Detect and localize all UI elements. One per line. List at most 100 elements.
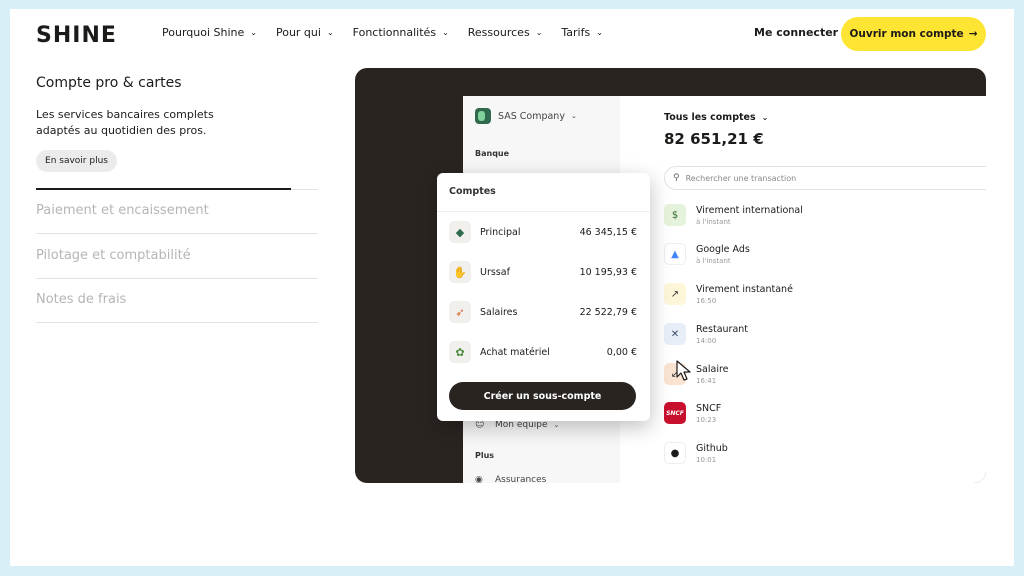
nav-item-label: Pour qui [275,26,321,39]
nav-item-label: Fonctionnalités [352,26,437,39]
google-ads-icon: ▲ [664,243,686,265]
plant-icon: ✿ [449,341,471,363]
search-icon: ⚲ [673,173,680,183]
transaction-row[interactable]: ● Github 10:01 [664,442,728,464]
popover-title: Comptes [449,186,496,197]
team-icon: ☺ [475,420,485,430]
main-nav: Pourquoi Shine ⌄ Pour qui ⌄ Fonctionnali… [162,26,622,39]
dollar-icon: $ [664,204,686,226]
nav-item-label: Pourquoi Shine [162,26,245,39]
chevron-down-icon: ⌄ [442,28,449,37]
transaction-row[interactable]: SNCF SNCF 10:23 [664,402,721,424]
sncf-icon: SNCF [664,402,686,424]
transaction-row[interactable]: $ Virement international à l'instant [664,204,803,226]
transaction-text: Salaire 16:41 [696,364,729,385]
transaction-search[interactable]: ⚲ [664,166,986,190]
chevron-down-icon: ⌄ [326,28,334,37]
transaction-name: SNCF [696,402,722,414]
login-link[interactable]: Me connecter [754,26,838,39]
account-name: Urssaf [480,266,510,278]
transaction-row[interactable]: ↗ Virement instantané 16:50 [664,283,793,305]
app-main-panel: Tous les comptes ⌄ 82 651,21 € ⚲ $ Vireme… [620,96,986,483]
page: SHINE Pourquoi Shine ⌄ Pour qui ⌄ Foncti… [10,9,1014,566]
chevron-down-icon: ⌄ [553,421,560,429]
account-row[interactable]: ✋ Urssaf 10 195,93 € [449,261,637,283]
open-account-label: Ouvrir mon compte [849,28,964,40]
company-name: SAS Company [498,110,565,122]
account-amount: 22 522,79 € [579,306,637,318]
nav-item-ressources[interactable]: Ressources ⌄ [468,26,543,39]
transaction-time: à l'instant [696,217,731,226]
transaction-name: Restaurant [696,323,749,335]
account-amount: 46 345,15 € [579,226,637,238]
chevron-down-icon: ⌄ [535,28,543,37]
sidebar-item-label: Mon équipe [495,420,548,430]
account-amount: 10 195,93 € [579,266,637,278]
chevron-down-icon: ⌄ [596,28,603,37]
account-row[interactable]: ◆ Principal 46 345,15 € [449,221,637,243]
account-name: Principal [480,226,521,238]
transaction-time: 14:00 [696,336,717,345]
company-logo-icon [475,108,491,124]
arrow-right-icon: → [968,28,978,40]
nav-item-fonctionnalites[interactable]: Fonctionnalités ⌄ [353,26,449,39]
account-row[interactable]: ➶ Salaires 22 522,79 € [449,301,637,323]
sidebar-section-bank: Banque [475,149,510,158]
transaction-text: Restaurant 14:00 [696,324,748,345]
github-icon: ● [664,442,686,464]
sidebar-item-insurance[interactable]: ◉ Assurances [475,475,546,483]
insurance-icon: ◉ [475,475,483,483]
account-name: Achat matériel [480,346,550,358]
learn-more-button[interactable]: En savoir plus [36,150,117,172]
transaction-text: Github 10:01 [696,443,728,464]
section-title: Compte pro & cartes [36,75,182,91]
transaction-text: Virement international à l'instant [696,205,803,226]
nav-item-pour-qui[interactable]: Pour qui ⌄ [276,26,334,39]
sidebar-section-more: Plus [475,451,495,460]
account-row[interactable]: ✿ Achat matériel 0,00 € [449,341,637,363]
chevron-down-icon: ⌄ [570,112,577,120]
shine-logo[interactable]: SHINE [36,23,117,48]
accounts-filter[interactable]: Tous les comptes ⌄ [664,112,768,123]
accordion-item-notes-de-frais[interactable]: Notes de frais [36,292,126,307]
transaction-text: SNCF 10:23 [696,403,721,424]
accordion-divider [36,233,318,234]
transaction-time: 16:41 [696,376,717,385]
popover-divider [437,211,650,212]
accounts-filter-label: Tous les comptes [664,112,756,123]
accordion-divider [36,322,318,323]
account-amount: 0,00 € [606,346,637,358]
sidebar-item-label: Assurances [495,475,547,483]
accordion-item-paiement[interactable]: Paiement et encaissement [36,203,209,218]
accordion-progress-divider [36,188,318,190]
transaction-text: Google Ads à l'instant [696,244,750,265]
accounts-popover: Comptes ◆ Principal 46 345,15 € ✋ Urssaf 10 1… [437,173,650,421]
nav-item-tarifs[interactable]: Tarifs ⌄ [561,26,603,39]
sidebar-item-team[interactable]: ☺ Mon équipe ⌄ [475,420,559,430]
rocket-icon: ➶ [449,301,471,323]
transaction-name: Salaire [696,363,729,375]
nav-item-label: Ressources [467,26,530,39]
company-switcher[interactable]: SAS Company ⌄ [475,108,577,124]
arrow-up-right-icon: ↗ [664,283,686,305]
account-name: Salaires [480,306,518,318]
chevron-down-icon: ⌄ [250,28,257,37]
open-account-button[interactable]: Ouvrir mon compte → [841,17,986,51]
cutlery-icon: ✕ [664,323,686,345]
nav-item-label: Tarifs [561,26,591,39]
transaction-time: 10:23 [696,415,717,424]
transaction-name: Virement instantané [696,283,793,295]
transaction-row[interactable]: ✕ Restaurant 14:00 [664,323,748,345]
nav-item-pourquoi-shine[interactable]: Pourquoi Shine ⌄ [162,26,257,39]
transaction-name: Google Ads [696,243,750,255]
accordion-divider [36,278,318,279]
transaction-name: Github [696,442,728,454]
transaction-time: à l'instant [696,256,731,265]
mouse-cursor-icon [676,360,691,381]
accordion-item-pilotage[interactable]: Pilotage et comptabilité [36,248,191,263]
chevron-down-icon: ⌄ [761,113,769,122]
search-input[interactable] [685,173,966,183]
create-subaccount-button[interactable]: Créer un sous-compte [449,382,636,410]
transaction-row[interactable]: ▲ Google Ads à l'instant [664,243,750,265]
transaction-row[interactable]: ↙ Salaire 16:41 [664,363,729,385]
